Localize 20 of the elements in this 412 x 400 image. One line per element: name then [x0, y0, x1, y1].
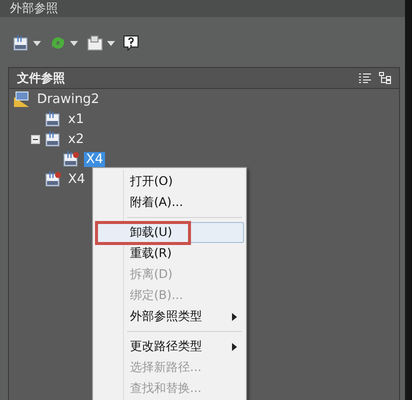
tree-item[interactable]: X4: [66, 172, 88, 186]
tree-item[interactable]: x2: [66, 132, 86, 146]
tree-item[interactable]: X4: [84, 152, 106, 166]
window-title: 外部参照: [10, 0, 58, 17]
menu-item[interactable]: 打开(O): [95, 171, 244, 192]
list-view-icon[interactable]: [359, 73, 371, 83]
tree-item[interactable]: x1: [66, 112, 86, 126]
collapse-toggle[interactable]: [31, 134, 40, 144]
menu-item[interactable]: 附着(A)...: [95, 192, 244, 213]
tree-item[interactable]: Drawing2: [35, 92, 102, 106]
menu-item[interactable]: 重载(R): [95, 243, 244, 264]
menu-item[interactable]: 更改路径类型: [95, 336, 244, 357]
toolbar-button[interactable]: [49, 35, 78, 51]
toolbar-button[interactable]: [12, 35, 41, 51]
toolbar-button[interactable]: [86, 35, 115, 51]
menu-item[interactable]: 卸载(U): [95, 222, 244, 243]
tree-view-icon[interactable]: [379, 72, 391, 84]
menu-item[interactable]: 外部参照类型: [95, 306, 244, 327]
help-button[interactable]: [123, 35, 139, 51]
panel-title: 文件参照: [17, 70, 66, 86]
